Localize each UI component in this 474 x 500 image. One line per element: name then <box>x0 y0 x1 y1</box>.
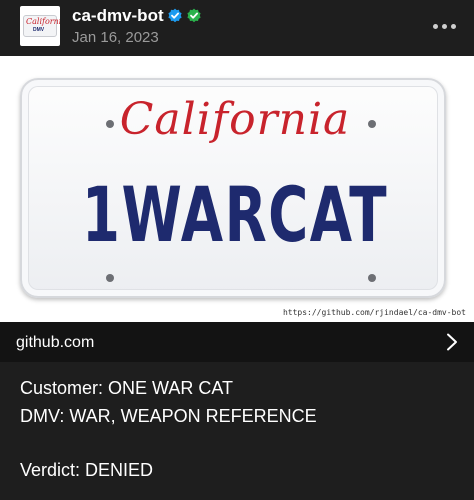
plate-state-name: California <box>119 94 351 145</box>
more-horizontal-icon <box>433 24 438 29</box>
license-plate: California 1WARCAT <box>20 78 446 298</box>
avatar[interactable]: California DMV <box>20 6 60 46</box>
plate-number: 1WARCAT <box>81 170 389 259</box>
customer-line: Customer: ONE WAR CAT <box>20 378 234 398</box>
link-bar[interactable]: github.com <box>0 322 474 362</box>
link-domain: github.com <box>16 334 95 351</box>
avatar-agency-text: DMV <box>33 27 45 33</box>
verified-green-check-icon <box>187 8 201 23</box>
username[interactable]: ca-dmv-bot <box>72 6 164 26</box>
social-post: California DMV ca-dmv-bot Jan 16, 2023 C… <box>0 0 474 500</box>
verified-blue-check-icon <box>168 8 182 23</box>
post-body: Customer: ONE WAR CAT DMV: WAR, WEAPON R… <box>0 362 474 500</box>
post-header: California DMV ca-dmv-bot Jan 16, 2023 <box>0 0 474 56</box>
verdict-line: Verdict: DENIED <box>20 460 154 480</box>
link-preview-image[interactable]: California 1WARCAT https://github.com/rj… <box>0 56 474 322</box>
chevron-right-icon <box>447 333 457 351</box>
image-watermark: https://github.com/rjindael/ca-dmv-bot <box>282 308 466 317</box>
post-date: Jan 16, 2023 <box>72 29 159 46</box>
plate-bolt <box>368 274 376 282</box>
avatar-state-text: California <box>26 17 60 26</box>
avatar-plate-image: California DMV <box>23 15 60 37</box>
dmv-line: DMV: WAR, WEAPON REFERENCE <box>20 406 317 426</box>
more-options-button[interactable] <box>430 16 460 36</box>
plate-bolt <box>106 274 114 282</box>
